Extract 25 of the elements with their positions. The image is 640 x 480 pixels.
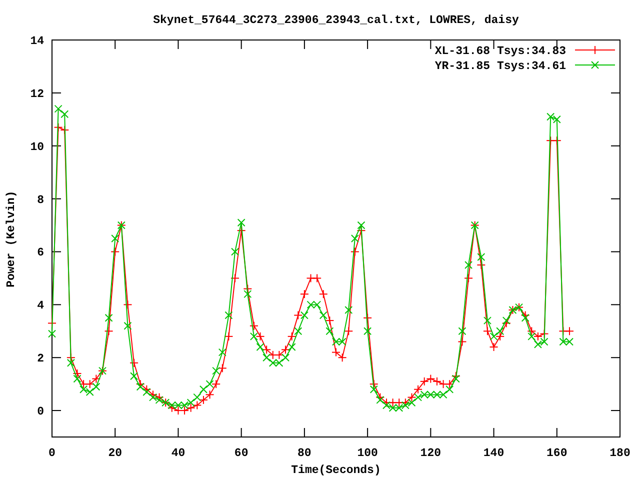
y-axis-label: Power (Kelvin) (5, 190, 18, 288)
x-tick-label: 40 (171, 447, 186, 460)
x-tick-label: 140 (483, 447, 504, 460)
x-tick-label: 120 (420, 447, 442, 460)
legend-label: YR-31.85 Tsys:34.61 (434, 60, 566, 73)
legend-label: XL-31.68 Tsys:34.83 (434, 45, 566, 58)
x-tick-label: 100 (357, 447, 378, 460)
x-tick-label: 180 (610, 447, 630, 460)
y-tick-label: 14 (30, 35, 44, 48)
y-tick-label: 0 (37, 406, 44, 419)
y-tick-label: 6 (37, 246, 44, 260)
x-axis-label: Time(Seconds) (291, 464, 381, 477)
y-tick-label: 10 (30, 140, 44, 154)
x-tick-label: 20 (108, 447, 122, 460)
x-tick-label: 60 (234, 447, 248, 460)
legend-marker-icon (574, 61, 616, 69)
y-tick-label: 12 (30, 88, 44, 101)
y-tick-label: 2 (37, 352, 44, 366)
y-tick-label: 4 (37, 300, 44, 313)
x-tick-label: 80 (298, 447, 312, 460)
legend-marker-icon (574, 46, 616, 54)
x-tick-label: 160 (546, 447, 568, 460)
chart-title: Skynet_57644_3C273_23906_23943_cal.txt, LOWRES, daisy (153, 14, 519, 27)
y-tick-label: 8 (37, 194, 44, 207)
x-tick-label: 0 (48, 447, 56, 460)
